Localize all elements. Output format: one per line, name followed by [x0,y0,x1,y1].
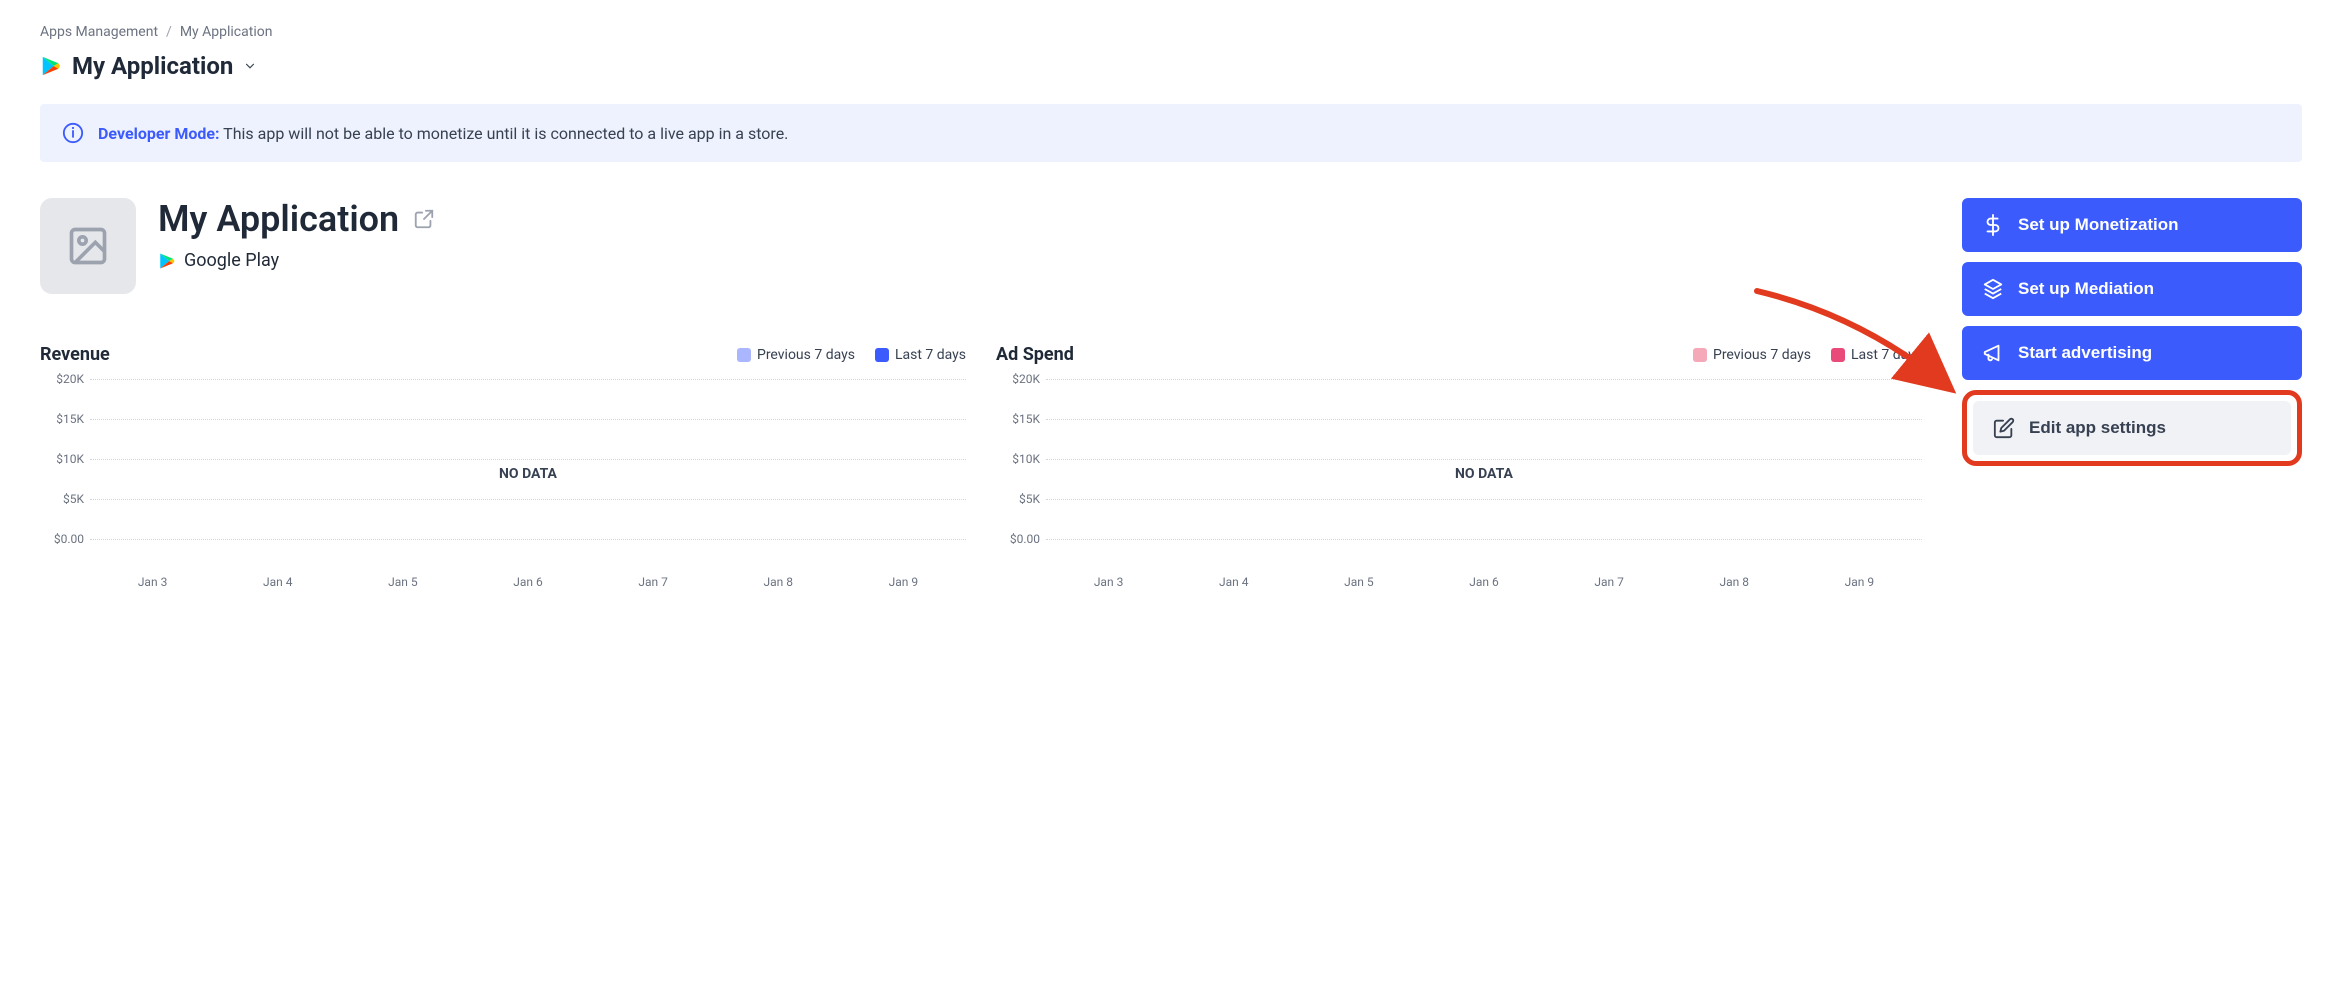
dollar-icon [1982,214,2004,236]
x-tick: Jan 6 [1421,575,1546,589]
setup-mediation-button[interactable]: Set up Mediation [1962,262,2302,316]
breadcrumb-root[interactable]: Apps Management [40,24,158,40]
x-tick: Jan 6 [465,575,590,589]
app-title: My Application [158,198,399,240]
external-link-icon[interactable] [413,208,435,230]
revenue-chart: Revenue Previous 7 days Last 7 days $20K… [40,344,966,589]
revenue-x-axis: Jan 3 Jan 4 Jan 5 Jan 6 Jan 7 Jan 8 Jan … [90,575,966,589]
y-tick: $15K [996,412,1040,426]
setup-monetization-label: Set up Monetization [2018,215,2179,235]
x-tick: Jan 7 [1547,575,1672,589]
y-tick: $0.00 [40,532,84,546]
x-tick: Jan 5 [1296,575,1421,589]
y-tick: $10K [996,452,1040,466]
developer-mode-banner: Developer Mode: This app will not be abl… [40,104,2302,162]
app-thumbnail [40,198,136,294]
revenue-legend-last: Last 7 days [875,347,966,363]
info-icon [62,122,84,144]
adspend-legend-last: Last 7 days [1831,347,1922,363]
x-tick: Jan 5 [340,575,465,589]
x-tick: Jan 8 [716,575,841,589]
banner-text: Developer Mode: This app will not be abl… [98,124,788,143]
setup-monetization-button[interactable]: Set up Monetization [1962,198,2302,252]
swatch-blue-dark-icon [875,348,889,362]
start-advertising-button[interactable]: Start advertising [1962,326,2302,380]
y-tick: $10K [40,452,84,466]
edit-settings-highlight: Edit app settings [1962,390,2302,466]
megaphone-icon [1982,342,2004,364]
adspend-legend-prev: Previous 7 days [1693,347,1811,363]
breadcrumb-current: My Application [180,24,273,40]
adspend-chart-body: $20K $15K $10K $5K $0.00 NO DATA [1046,379,1922,569]
x-tick: Jan 7 [591,575,716,589]
google-play-icon [158,252,176,270]
y-tick: $15K [40,412,84,426]
y-tick: $0.00 [996,532,1040,546]
app-switcher-title: My Application [72,52,233,80]
revenue-chart-title: Revenue [40,344,110,365]
layers-icon [1982,278,2004,300]
app-header: My Application Google Play [40,198,1922,294]
edit-icon [1993,417,2015,439]
swatch-pink-dark-icon [1831,348,1845,362]
breadcrumb-sep: / [166,24,172,40]
x-tick: Jan 8 [1672,575,1797,589]
y-tick: $20K [40,372,84,386]
breadcrumb: Apps Management / My Application [40,24,2302,40]
banner-message: This app will not be able to monetize un… [223,124,788,143]
google-play-icon [40,55,62,77]
x-tick: Jan 4 [215,575,340,589]
revenue-legend-prev: Previous 7 days [737,347,855,363]
x-tick: Jan 9 [841,575,966,589]
revenue-chart-body: $20K $15K $10K $5K $0.00 NO DATA [90,379,966,569]
x-tick: Jan 3 [90,575,215,589]
swatch-pink-light-icon [1693,348,1707,362]
x-tick: Jan 9 [1797,575,1922,589]
start-advertising-label: Start advertising [2018,343,2152,363]
edit-app-settings-label: Edit app settings [2029,418,2166,438]
banner-mode-label: Developer Mode: [98,124,220,143]
y-tick: $5K [996,492,1040,506]
adspend-chart-title: Ad Spend [996,344,1074,365]
y-tick: $5K [40,492,84,506]
revenue-no-data: NO DATA [499,466,557,482]
swatch-blue-light-icon [737,348,751,362]
y-tick: $20K [996,372,1040,386]
x-tick: Jan 4 [1171,575,1296,589]
setup-mediation-label: Set up Mediation [2018,279,2154,299]
image-placeholder-icon [66,224,110,268]
app-store-name: Google Play [184,250,279,271]
adspend-chart: Ad Spend Previous 7 days Last 7 days $20… [996,344,1922,589]
adspend-x-axis: Jan 3 Jan 4 Jan 5 Jan 6 Jan 7 Jan 8 Jan … [1046,575,1922,589]
adspend-no-data: NO DATA [1455,466,1513,482]
app-title-row: My Application [158,198,435,240]
chevron-down-icon [243,59,257,73]
x-tick: Jan 3 [1046,575,1171,589]
app-store-row: Google Play [158,250,435,271]
edit-app-settings-button[interactable]: Edit app settings [1973,401,2291,455]
app-switcher[interactable]: My Application [40,52,2302,80]
